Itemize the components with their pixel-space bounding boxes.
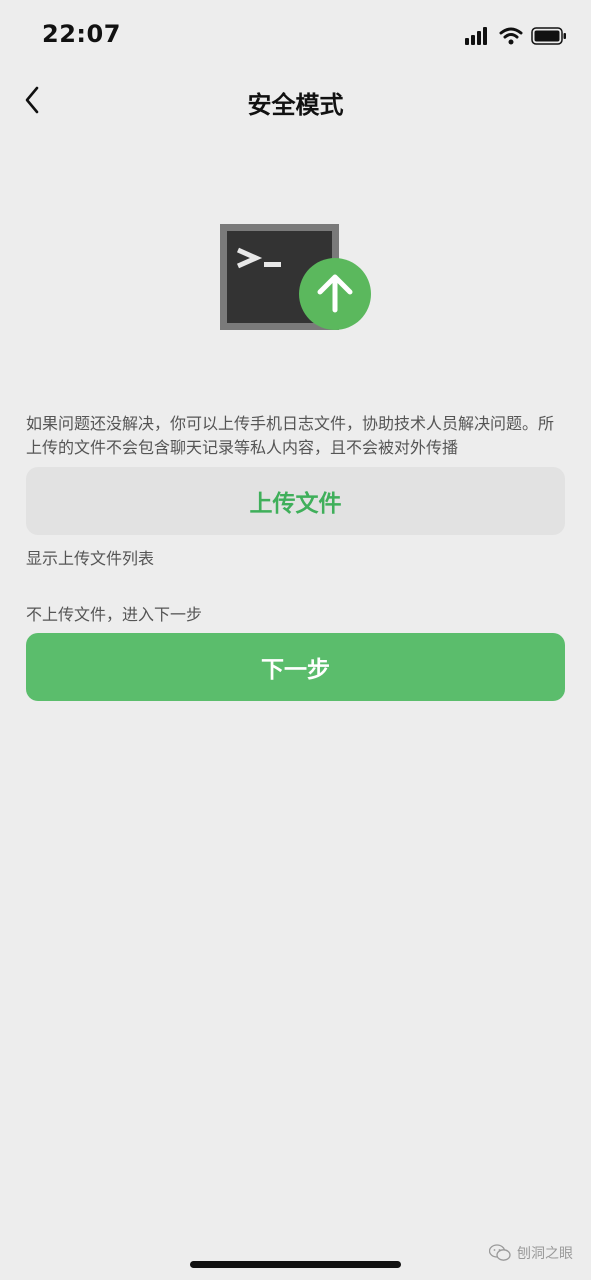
next-step-button[interactable]: 下一步: [26, 633, 565, 701]
upload-description: 如果问题还没解决，你可以上传手机日志文件，协助技术人员解决问题。所上传的文件不会…: [26, 414, 555, 457]
upload-file-button[interactable]: 上传文件: [26, 467, 565, 535]
skip-upload-hint: 不上传文件，进入下一步: [26, 605, 203, 624]
watermark: 刨洞之眼: [489, 1243, 573, 1263]
cellular-signal-icon: [465, 27, 487, 45]
battery-icon: [531, 27, 566, 45]
status-icons: [465, 24, 567, 48]
terminal-upload-icon: [220, 222, 372, 334]
status-bar: 22:07: [0, 0, 591, 70]
wechat-icon: [489, 1244, 511, 1261]
status-time: 22:07: [42, 20, 121, 48]
watermark-text: 刨洞之眼: [517, 1246, 573, 1262]
page-title: 安全模式: [247, 91, 344, 119]
nav-bar: 安全模式: [0, 70, 591, 132]
home-indicator[interactable]: [190, 1261, 401, 1268]
wifi-icon: [499, 27, 523, 45]
show-upload-list-link[interactable]: 显示上传文件列表: [26, 545, 154, 569]
